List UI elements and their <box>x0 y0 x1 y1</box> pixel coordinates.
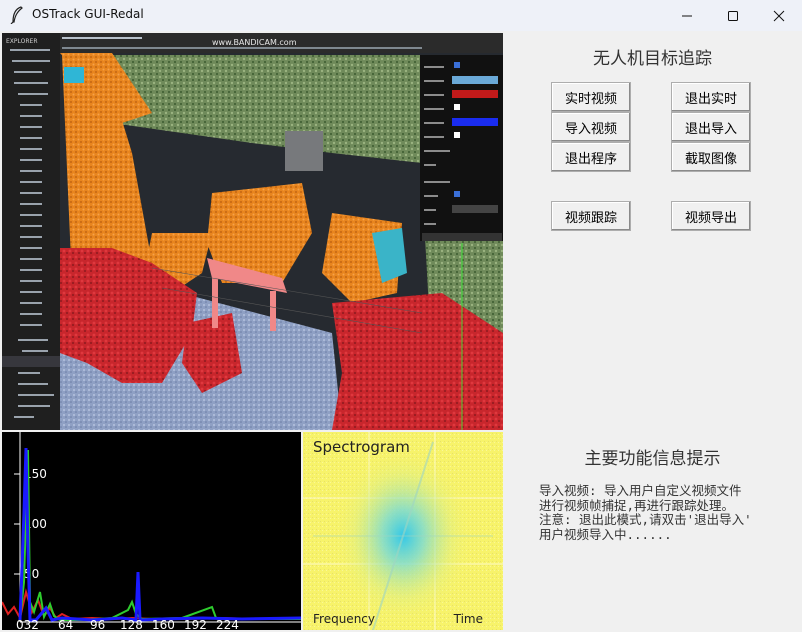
spectrogram: Spectrogram Frequency Time <box>303 432 503 630</box>
info-line: 导入视频: 导入用户自定义视频文件 <box>539 484 742 498</box>
signal-chart: 150 100 50 032 64 96 128 160 192 224 <box>2 432 301 630</box>
spectrogram-ylabel: Time <box>453 612 483 626</box>
close-button[interactable] <box>756 0 802 31</box>
y-tick-50: 50 <box>24 567 39 581</box>
info-text: 导入视频: 导入用户自定义视频文件 进行视频帧捕捉,再进行跟踪处理。 注意: 退出此… <box>539 484 802 542</box>
video-export-button[interactable]: 视频导出 <box>671 201 751 231</box>
x-tick-128: 128 <box>120 618 143 630</box>
video-display: www.BANDICAM.com EXPLORER <box>2 33 503 430</box>
minimize-icon <box>682 15 692 16</box>
spectrogram-image <box>303 432 503 630</box>
signal-plot: 150 100 50 032 64 96 128 160 192 224 <box>2 432 301 630</box>
x-tick-160: 160 <box>152 618 175 630</box>
import-video-button[interactable]: 导入视频 <box>551 112 631 142</box>
maximize-button[interactable] <box>710 0 756 31</box>
spectrogram-title: Spectrogram <box>313 438 410 456</box>
info-title: 主要功能信息提示 <box>584 449 721 469</box>
maximize-icon <box>728 10 738 21</box>
explorer-header: EXPLORER <box>6 38 38 45</box>
title-bar: OSTrack GUI-Redal <box>0 0 802 31</box>
x-tick-96: 96 <box>90 618 105 630</box>
x-tick-64: 64 <box>58 618 73 630</box>
bandicam-watermark: www.BANDICAM.com <box>212 38 297 47</box>
info-line: 用户视频导入中...... <box>539 526 672 542</box>
x-tick-32: 032 <box>16 618 39 630</box>
capture-image-button[interactable]: 截取图像 <box>671 142 751 172</box>
realtime-video-button[interactable]: 实时视频 <box>551 82 631 112</box>
x-tick-224: 224 <box>216 618 239 630</box>
spectrogram-xlabel: Frequency <box>313 612 375 626</box>
video-frame: www.BANDICAM.com EXPLORER <box>2 33 503 430</box>
minimize-button[interactable] <box>664 0 710 31</box>
exit-import-button[interactable]: 退出导入 <box>671 112 751 142</box>
info-line: 注意: 退出此模式,请双击'退出导入' <box>539 512 752 527</box>
info-line: 进行视频帧捕捉,再进行跟踪处理。 <box>539 497 735 513</box>
panel-title: 无人机目标追踪 <box>593 49 712 69</box>
window-title: OSTrack GUI-Redal <box>32 7 144 21</box>
exit-realtime-button[interactable]: 退出实时 <box>671 82 751 112</box>
x-tick-192: 192 <box>184 618 207 630</box>
close-icon <box>773 10 785 21</box>
video-tracking-button[interactable]: 视频跟踪 <box>551 201 631 231</box>
exit-program-button[interactable]: 退出程序 <box>551 142 631 172</box>
feather-icon <box>10 6 23 24</box>
